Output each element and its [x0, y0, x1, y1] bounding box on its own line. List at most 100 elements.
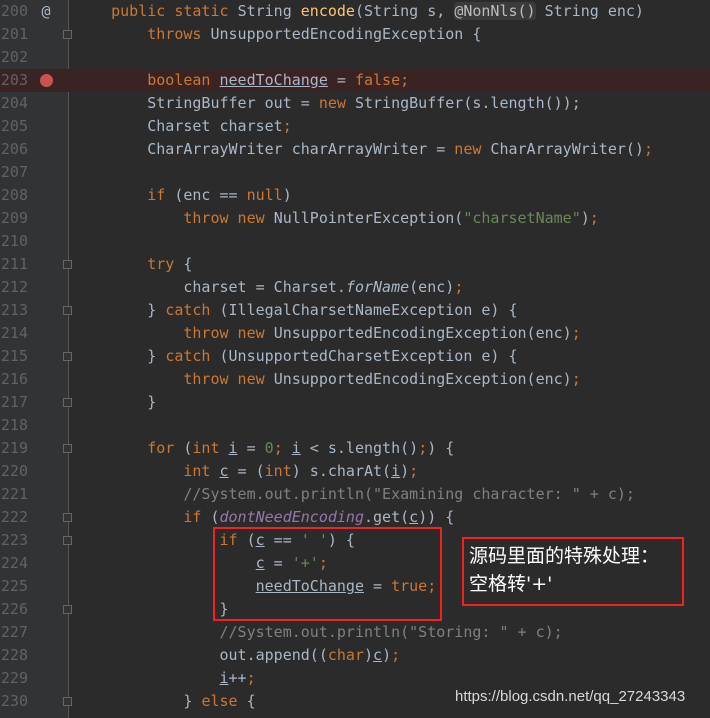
code-line[interactable]: 227 //System.out.println("Storing: " + c…: [0, 621, 710, 644]
code-line[interactable]: 206 CharArrayWriter charArrayWriter = ne…: [0, 138, 710, 161]
code-line[interactable]: 217 }: [0, 391, 710, 414]
code-token: }: [75, 600, 229, 618]
line-number[interactable]: 227: [0, 621, 28, 644]
line-number[interactable]: 224: [0, 552, 28, 575]
line-number[interactable]: 222: [0, 506, 28, 529]
fold-marker-icon[interactable]: [63, 605, 72, 614]
code-line[interactable]: 209 throw new NullPointerException("char…: [0, 207, 710, 230]
code-text: public static String encode(String s, @N…: [75, 0, 644, 23]
breakpoint-icon[interactable]: [40, 74, 53, 87]
line-number[interactable]: 206: [0, 138, 28, 161]
override-icon[interactable]: @: [38, 0, 54, 23]
code-token: }: [75, 347, 166, 365]
line-number[interactable]: 208: [0, 184, 28, 207]
fold-marker-icon[interactable]: [63, 697, 72, 706]
code-token: NullPointerException(: [273, 209, 464, 227]
code-line[interactable]: 210: [0, 230, 710, 253]
line-number[interactable]: 203: [0, 69, 28, 92]
code-line[interactable]: 214 throw new UnsupportedEncodingExcepti…: [0, 322, 710, 345]
code-token: ;: [571, 370, 581, 388]
code-token: i: [219, 669, 229, 687]
code-line[interactable]: 229 i++;: [0, 667, 710, 690]
code-line[interactable]: 211 try {: [0, 253, 710, 276]
code-token: c: [409, 508, 419, 526]
code-token: =: [237, 439, 265, 457]
line-number[interactable]: 204: [0, 92, 28, 115]
code-text: StringBuffer out = new StringBuffer(s.le…: [75, 92, 581, 115]
code-line[interactable]: 200 @ public static String encode(String …: [0, 0, 710, 23]
code-line[interactable]: 202: [0, 46, 710, 69]
code-text: for (int i = 0; i < s.length();) {: [75, 437, 454, 460]
code-token: {: [246, 692, 256, 710]
fold-marker-icon[interactable]: [63, 444, 72, 453]
code-token: StringBuffer out =: [75, 94, 319, 112]
code-line[interactable]: 205 Charset charset;: [0, 115, 710, 138]
line-number[interactable]: 202: [0, 46, 28, 69]
code-line[interactable]: 203 boolean needToChange = false;: [0, 69, 710, 92]
code-token: throw new: [183, 370, 274, 388]
line-number[interactable]: 218: [0, 414, 28, 437]
code-token: int: [264, 462, 292, 480]
code-line[interactable]: 222 if (dontNeedEncoding.get(c)) {: [0, 506, 710, 529]
code-line[interactable]: 212 charset = Charset.forName(enc);: [0, 276, 710, 299]
line-number[interactable]: 200: [0, 0, 28, 23]
code-token: dontNeedEncoding: [219, 508, 365, 526]
line-number[interactable]: 209: [0, 207, 28, 230]
line-number[interactable]: 205: [0, 115, 28, 138]
annotation-line-1: 源码里面的特殊处理：: [469, 545, 660, 567]
line-number[interactable]: 229: [0, 667, 28, 690]
line-number[interactable]: 225: [0, 575, 28, 598]
code-token: new: [318, 94, 355, 112]
fold-marker-icon[interactable]: [63, 306, 72, 315]
line-number[interactable]: 212: [0, 276, 28, 299]
code-line[interactable]: 219 for (int i = 0; i < s.length();) {: [0, 437, 710, 460]
line-number[interactable]: 230: [0, 690, 28, 713]
fold-marker-icon[interactable]: [63, 30, 72, 39]
code-line[interactable]: 220 int c = (int) s.charAt(i);: [0, 460, 710, 483]
highlight-box-code: [213, 527, 442, 621]
code-line[interactable]: 218: [0, 414, 710, 437]
code-line[interactable]: 213 } catch (IllegalCharsetNameException…: [0, 299, 710, 322]
code-text: throws UnsupportedEncodingException {: [75, 23, 481, 46]
code-line[interactable]: 215 } catch (UnsupportedCharsetException…: [0, 345, 710, 368]
line-number[interactable]: 226: [0, 598, 28, 621]
code-token: ): [282, 186, 292, 204]
code-line[interactable]: 201 throws UnsupportedEncodingException …: [0, 23, 710, 46]
fold-marker-icon[interactable]: [63, 398, 72, 407]
code-token: StringBuffer(s.length());: [354, 94, 581, 112]
code-token: else: [201, 692, 247, 710]
line-number[interactable]: 217: [0, 391, 28, 414]
line-number[interactable]: 223: [0, 529, 28, 552]
line-number[interactable]: 221: [0, 483, 28, 506]
code-line[interactable]: 221 //System.out.println("Examining char…: [0, 483, 710, 506]
code-line[interactable]: 228 out.append((char)c);: [0, 644, 710, 667]
line-number[interactable]: 215: [0, 345, 28, 368]
fold-marker-icon[interactable]: [63, 513, 72, 522]
code-line[interactable]: 207: [0, 161, 710, 184]
code-token: (: [210, 508, 220, 526]
line-number[interactable]: 216: [0, 368, 28, 391]
line-number[interactable]: 228: [0, 644, 28, 667]
fold-marker-icon[interactable]: [63, 536, 72, 545]
code-token: )) {: [418, 508, 455, 526]
fold-marker-icon[interactable]: [63, 260, 72, 269]
fold-marker-icon[interactable]: [63, 352, 72, 361]
line-number[interactable]: 220: [0, 460, 28, 483]
line-number[interactable]: 210: [0, 230, 28, 253]
code-token: needToChange: [219, 71, 328, 89]
code-line[interactable]: 208 if (enc == null): [0, 184, 710, 207]
line-number[interactable]: 219: [0, 437, 28, 460]
code-token: UnsupportedEncodingException {: [210, 25, 482, 43]
line-number[interactable]: 213: [0, 299, 28, 322]
line-number[interactable]: 201: [0, 23, 28, 46]
line-number[interactable]: 211: [0, 253, 28, 276]
code-token: for: [147, 439, 184, 457]
code-line[interactable]: 204 StringBuffer out = new StringBuffer(…: [0, 92, 710, 115]
code-line[interactable]: 216 throw new UnsupportedEncodingExcepti…: [0, 368, 710, 391]
code-token: encode: [300, 2, 355, 20]
line-number[interactable]: 207: [0, 161, 28, 184]
code-token: }: [75, 692, 202, 710]
line-number[interactable]: 214: [0, 322, 28, 345]
